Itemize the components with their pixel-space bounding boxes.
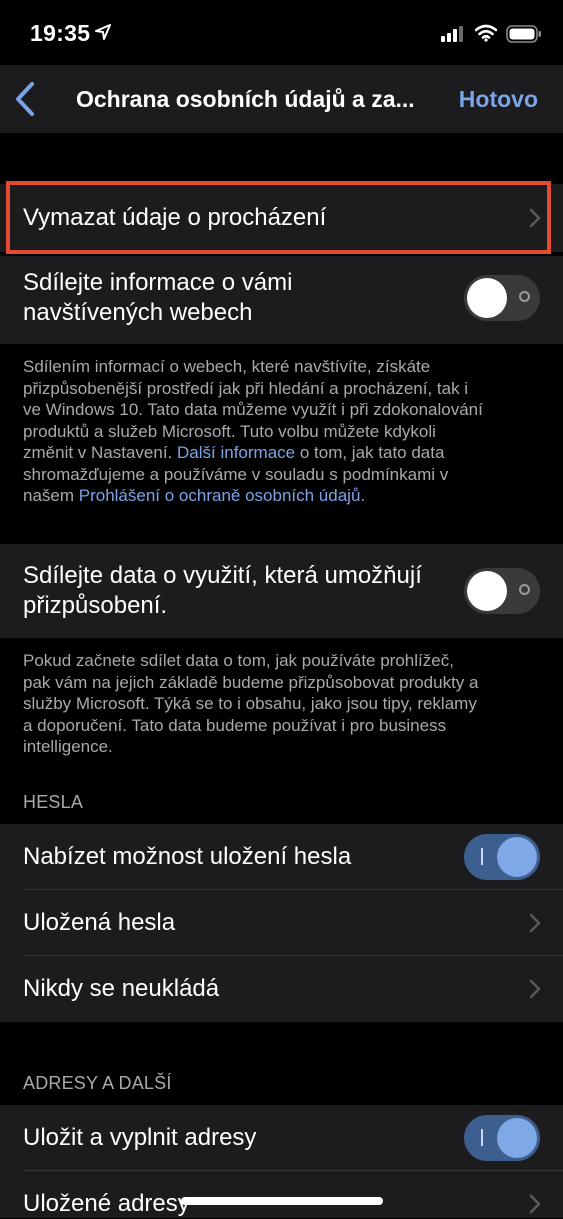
status-bar: 19:35 xyxy=(0,0,563,70)
share-usage-data-label-line1: Sdílejte data o využití, která umožňují xyxy=(23,562,422,589)
more-info-link[interactable]: Další informace xyxy=(177,443,295,462)
page-title: Ochrana osobních údajů a za... xyxy=(76,86,415,112)
footer-line: a doporučení. Tato data budeme používat … xyxy=(23,715,447,735)
offer-save-password-toggle[interactable] xyxy=(464,834,540,880)
wifi-icon xyxy=(475,24,497,42)
navigation-bar: Ochrana osobních údajů a za... Hotovo xyxy=(0,65,563,133)
footer-line: našem Prohlášení o ochraně osobních údaj… xyxy=(23,485,543,507)
footer-line: intelligence. xyxy=(23,737,113,756)
footer-text: o tom, jak tato data xyxy=(295,443,445,462)
footer-text: změnit v Nastavení. xyxy=(23,443,173,462)
chevron-right-icon xyxy=(529,979,541,999)
footer-text: našem xyxy=(23,486,79,505)
chevron-right-icon xyxy=(529,913,541,933)
privacy-statement-link[interactable]: Prohlášení o ochraně osobních údajů xyxy=(79,486,361,505)
share-usage-data-row: Sdílejte data o využití, která umožňují … xyxy=(0,544,563,638)
share-visited-sites-toggle[interactable] xyxy=(464,275,540,321)
footer-line: ve Windows 10. Tato data můžeme využít i… xyxy=(23,400,483,419)
footer-line: služby Microsoft. Týká se to i obsahu, j… xyxy=(23,694,477,713)
saved-passwords-row[interactable]: Uložená hesla xyxy=(0,890,563,956)
share-usage-data-label-line2: přizpůsobení. xyxy=(23,592,168,619)
toggle-off-mark xyxy=(519,584,530,595)
footer-line: pak vám na jejich základě budeme přizpůs… xyxy=(23,672,479,692)
saved-addresses-row[interactable]: Uložené adresy xyxy=(0,1171,563,1218)
location-arrow-icon xyxy=(95,24,111,40)
saved-addresses-label: Uložené adresy xyxy=(23,1190,190,1217)
offer-save-password-row: Nabízet možnost uložení hesla xyxy=(0,824,563,890)
share-visited-sites-label-line1: Sdílejte informace o vámi xyxy=(23,269,293,296)
cellular-signal-icon xyxy=(441,26,463,42)
share-usage-data-toggle[interactable] xyxy=(464,568,540,614)
footer-line: Pokud začnete sdílet data o tom, jak pou… xyxy=(23,651,454,670)
footer-line: produktů a služeb Microsoft. Tuto volbu … xyxy=(23,421,436,441)
footer-line: shromažďujeme a používáme v souladu s po… xyxy=(23,464,449,484)
toggle-knob xyxy=(467,571,507,611)
toggle-on-mark xyxy=(481,848,483,865)
save-fill-addresses-row: Uložit a vyplnit adresy xyxy=(0,1105,563,1171)
share-visited-sites-description: Sdílením informací o webech, které navšt… xyxy=(23,356,543,507)
toggle-knob xyxy=(467,278,507,318)
footer-text: . xyxy=(360,486,366,505)
section-header-addresses: ADRESY A DALŠÍ xyxy=(23,1073,172,1093)
home-indicator[interactable] xyxy=(181,1197,383,1205)
share-visited-sites-label-line2: navštívených webech xyxy=(23,299,253,326)
highlight-frame xyxy=(6,181,551,254)
share-visited-sites-row: Sdílejte informace o vámi navštívených w… xyxy=(0,256,563,344)
toggle-knob xyxy=(497,837,537,877)
section-header-passwords: HESLA xyxy=(23,792,84,812)
toggle-knob xyxy=(497,1118,537,1158)
saved-passwords-label: Uložená hesla xyxy=(23,909,176,936)
save-fill-addresses-toggle[interactable] xyxy=(464,1115,540,1161)
footer-line: přizpůsobenější prostředí jak při hledán… xyxy=(23,378,469,398)
status-time: 19:35 xyxy=(30,20,91,46)
chevron-left-icon[interactable] xyxy=(10,80,40,118)
never-saved-label: Nikdy se neukládá xyxy=(23,975,220,1002)
toggle-off-mark xyxy=(519,291,530,302)
never-saved-row[interactable]: Nikdy se neukládá xyxy=(0,956,563,1022)
footer-line: změnit v Nastavení. Další informace o to… xyxy=(23,442,543,464)
footer-line: Sdílením informací o webech, které navšt… xyxy=(23,357,431,376)
done-button[interactable]: Hotovo xyxy=(459,86,538,113)
chevron-right-icon xyxy=(529,1194,541,1214)
battery-icon xyxy=(506,25,541,43)
save-fill-addresses-label: Uložit a vyplnit adresy xyxy=(23,1124,257,1151)
toggle-on-mark xyxy=(481,1129,483,1146)
offer-save-password-label: Nabízet možnost uložení hesla xyxy=(23,843,352,870)
share-usage-data-description: Pokud začnete sdílet data o tom, jak pou… xyxy=(23,650,543,758)
